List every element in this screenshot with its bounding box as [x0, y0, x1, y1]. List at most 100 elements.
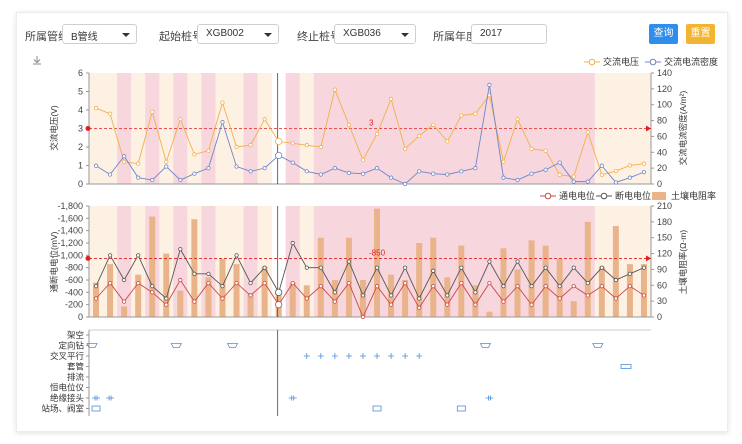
off-potential-point	[613, 277, 618, 283]
off-potential-point	[557, 284, 562, 289]
ac-current-point	[445, 172, 450, 177]
mid-threshold-label: -850	[369, 248, 386, 257]
crossing-icon	[374, 353, 381, 359]
top-right-tick-label: 0	[657, 179, 662, 189]
directional-drill-icon	[226, 343, 239, 348]
on-potential-point	[206, 280, 211, 286]
ac-voltage-point	[599, 172, 604, 177]
ac-voltage-point	[473, 111, 478, 116]
mid-right-tick-label: 120	[657, 249, 672, 259]
off-potential-legend-label: 断电电位	[615, 190, 651, 201]
on-potential-point	[557, 296, 562, 301]
off-potential-point	[515, 259, 520, 264]
soil-bar	[149, 216, 156, 317]
mid-left-tick-label: -200	[65, 300, 83, 310]
ac-voltage-point	[262, 117, 267, 122]
ac-current-point	[304, 169, 309, 174]
ac-voltage-point	[417, 133, 422, 138]
ac-voltage-point	[445, 139, 450, 144]
facility-timeline: 架空定向钻交叉平行套管排流恒电位仪绝缘接头站场、阀室	[41, 329, 651, 416]
ac-voltage-point	[122, 159, 127, 164]
ac-current-point	[346, 170, 352, 175]
mid-ylabel-right: 土壤电阻率(Ω·m)	[678, 230, 688, 295]
timeline-row-label: 绝缘接头	[50, 393, 85, 403]
crossing-icon	[388, 353, 395, 359]
ac-current-point	[332, 166, 337, 171]
off-potential-point	[318, 265, 323, 270]
top-right-tick-label: 140	[657, 68, 672, 78]
top-band	[440, 73, 455, 184]
top-band	[131, 73, 146, 184]
ac-current-point	[150, 177, 155, 183]
soil-bar	[317, 237, 324, 317]
on-potential-point	[318, 284, 323, 289]
soil-bar	[486, 311, 493, 317]
ac-current-point	[557, 160, 562, 165]
top-threshold-dot	[85, 126, 91, 131]
directional-drill-icon	[592, 343, 604, 348]
off-potential-point	[275, 288, 283, 296]
ac-voltage-point	[641, 161, 647, 166]
off-potential-point	[122, 277, 127, 283]
ac-current-point	[360, 171, 366, 176]
ac-voltage-point	[332, 87, 337, 92]
ac-voltage-point	[403, 146, 408, 151]
soil-bar	[570, 301, 577, 317]
on-potential-point	[641, 293, 647, 298]
ac-current-point	[318, 172, 323, 177]
ac-current-point	[571, 179, 576, 184]
crossing-icon	[303, 353, 310, 359]
on-potential-point	[275, 301, 283, 309]
ac-voltage-point	[93, 106, 99, 111]
download-icon[interactable]	[33, 56, 41, 65]
timeline-row-label: 定向钻	[58, 341, 84, 351]
off-potential-point	[360, 293, 366, 298]
soil-bar	[542, 245, 549, 317]
insulating-joint-icon	[485, 395, 494, 401]
insulating-joint-icon	[106, 395, 115, 401]
top-threshold-label: 3	[369, 119, 374, 128]
top-left-tick-label: 2	[78, 142, 83, 152]
top-ylabel-right: 交流电流密度(A/m²)	[678, 91, 688, 166]
ac-current-point	[275, 151, 283, 160]
ac-voltage-point	[275, 137, 283, 146]
soil-bar	[612, 226, 619, 317]
mid-left-tick-label: -800	[65, 263, 83, 273]
ac-voltage-point	[627, 163, 633, 168]
top-left-tick-label: 4	[78, 105, 83, 115]
ac-voltage-point	[318, 144, 323, 150]
ac-voltage-point	[459, 113, 464, 118]
on-potential-point	[599, 284, 604, 289]
mid-band	[566, 206, 582, 317]
directional-drill-icon	[170, 343, 182, 348]
ac-voltage-point	[150, 109, 155, 114]
soil-bar	[121, 306, 128, 317]
top-right-tick-label: 40	[657, 147, 667, 157]
soil-bar	[303, 285, 310, 317]
crossing-icon	[345, 353, 352, 359]
ac-current-point	[459, 169, 464, 174]
on-potential-point	[374, 284, 380, 289]
on-potential-point	[388, 302, 394, 307]
ac-voltage-point	[585, 130, 590, 135]
ac-current-point	[585, 179, 590, 184]
off-potential-point	[445, 293, 450, 298]
on-potential-point	[403, 280, 408, 286]
off-potential-point	[641, 265, 647, 270]
top-band	[355, 73, 371, 184]
ac-voltage-point	[346, 122, 352, 127]
mid-ylabel-left: 通断电电位(mV)	[49, 231, 59, 292]
ac-current-point	[599, 163, 604, 168]
ac-voltage-point	[515, 117, 520, 122]
insulating-joint-icon	[288, 395, 297, 401]
on-potential-point	[150, 290, 155, 295]
charts: 01234560204060801001201403交流电压 交流电流密度交流电压…	[33, 56, 718, 416]
off-potential-point	[473, 290, 478, 295]
off-potential-point	[164, 296, 169, 301]
ac-current-point	[248, 169, 253, 174]
ac-voltage-point	[571, 174, 576, 179]
ac-voltage-point	[501, 159, 506, 164]
off-potential-point	[220, 284, 225, 289]
ac-voltage-point	[613, 168, 618, 174]
crossing-icon	[317, 353, 324, 359]
